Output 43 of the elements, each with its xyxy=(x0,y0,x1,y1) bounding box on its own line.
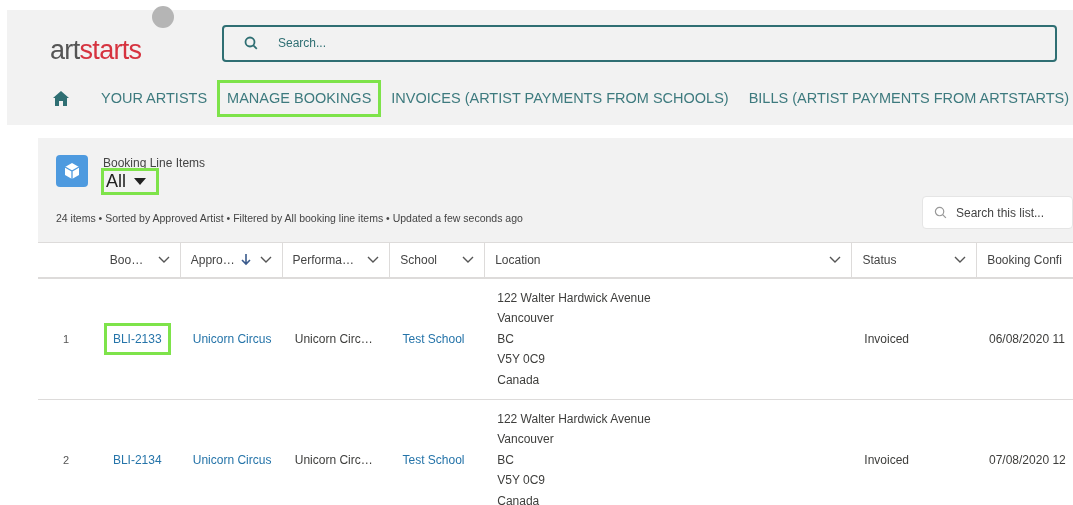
table-cell-text: Invoiced xyxy=(863,331,910,348)
column-header[interactable]: Performa… xyxy=(281,243,390,277)
column-header[interactable]: Booking Confi xyxy=(976,243,1073,277)
search-icon xyxy=(934,206,947,219)
record-link[interactable]: Unicorn Circus xyxy=(183,444,281,476)
chevron-icon[interactable] xyxy=(157,256,170,264)
record-link[interactable]: Test School xyxy=(393,444,474,476)
table-cell-text: Invoiced xyxy=(863,452,910,469)
list-summary: 24 items • Sorted by Approved Artist • Filtered by All booking line items • Updated a few seconds ago xyxy=(56,211,523,226)
address-cell-text: 122 Walter Hardwick Avenue Vancouver BC V5Y 0C9 Canada xyxy=(496,410,652,505)
table-cell-text: 07/08/2020 12 xyxy=(988,452,1067,469)
search-icon xyxy=(244,35,258,50)
table-cell-text: 06/08/2020 11 xyxy=(988,331,1066,348)
chevron-icon[interactable] xyxy=(954,256,967,264)
view-selector[interactable]: All xyxy=(101,168,159,195)
chevron-icon[interactable] xyxy=(829,256,842,264)
nav-tab[interactable]: YOUR ARTISTS xyxy=(91,79,218,118)
search-field[interactable]: Search... xyxy=(222,24,1057,62)
list-search-field[interactable]: Search this list... xyxy=(922,196,1073,229)
column-header[interactable]: School xyxy=(389,243,485,277)
column-header[interactable]: Status xyxy=(851,243,977,277)
cube-icon xyxy=(56,155,88,187)
nav-tab[interactable]: MANAGE BOOKINGS xyxy=(217,79,382,118)
record-link[interactable]: BLI-2133 xyxy=(103,323,171,355)
table-cell-text: Unicorn Circ… xyxy=(293,331,374,348)
record-link[interactable]: BLI-2134 xyxy=(103,444,171,476)
nav-tab[interactable]: BILLS (ARTIST PAYMENTS FROM ARTSTARTS) xyxy=(738,79,1073,118)
address-cell-text: 122 Walter Hardwick Avenue Vancouver BC V5Y 0C9 Canada xyxy=(496,289,652,389)
row-number: 2 xyxy=(62,452,71,468)
record-link[interactable]: Unicorn Circus xyxy=(183,323,281,355)
logo-bubble-icon xyxy=(152,6,174,28)
record-link[interactable]: Test School xyxy=(393,323,474,355)
logo-text: artstarts xyxy=(50,37,142,64)
chevron-icon[interactable] xyxy=(259,256,272,264)
row-number: 1 xyxy=(62,331,71,347)
table-cell-text: Unicorn Circ… xyxy=(293,452,374,469)
column-header[interactable]: Location xyxy=(484,243,852,277)
nav-tab[interactable]: INVOICES (ARTIST PAYMENTS FROM SCHOOLS) xyxy=(381,79,739,118)
column-header[interactable]: Appro… xyxy=(179,243,282,277)
chevron-icon[interactable] xyxy=(367,256,380,264)
chevron-icon[interactable] xyxy=(462,256,475,264)
caret-icon xyxy=(134,177,146,186)
column-header[interactable]: Boo… xyxy=(99,243,180,277)
